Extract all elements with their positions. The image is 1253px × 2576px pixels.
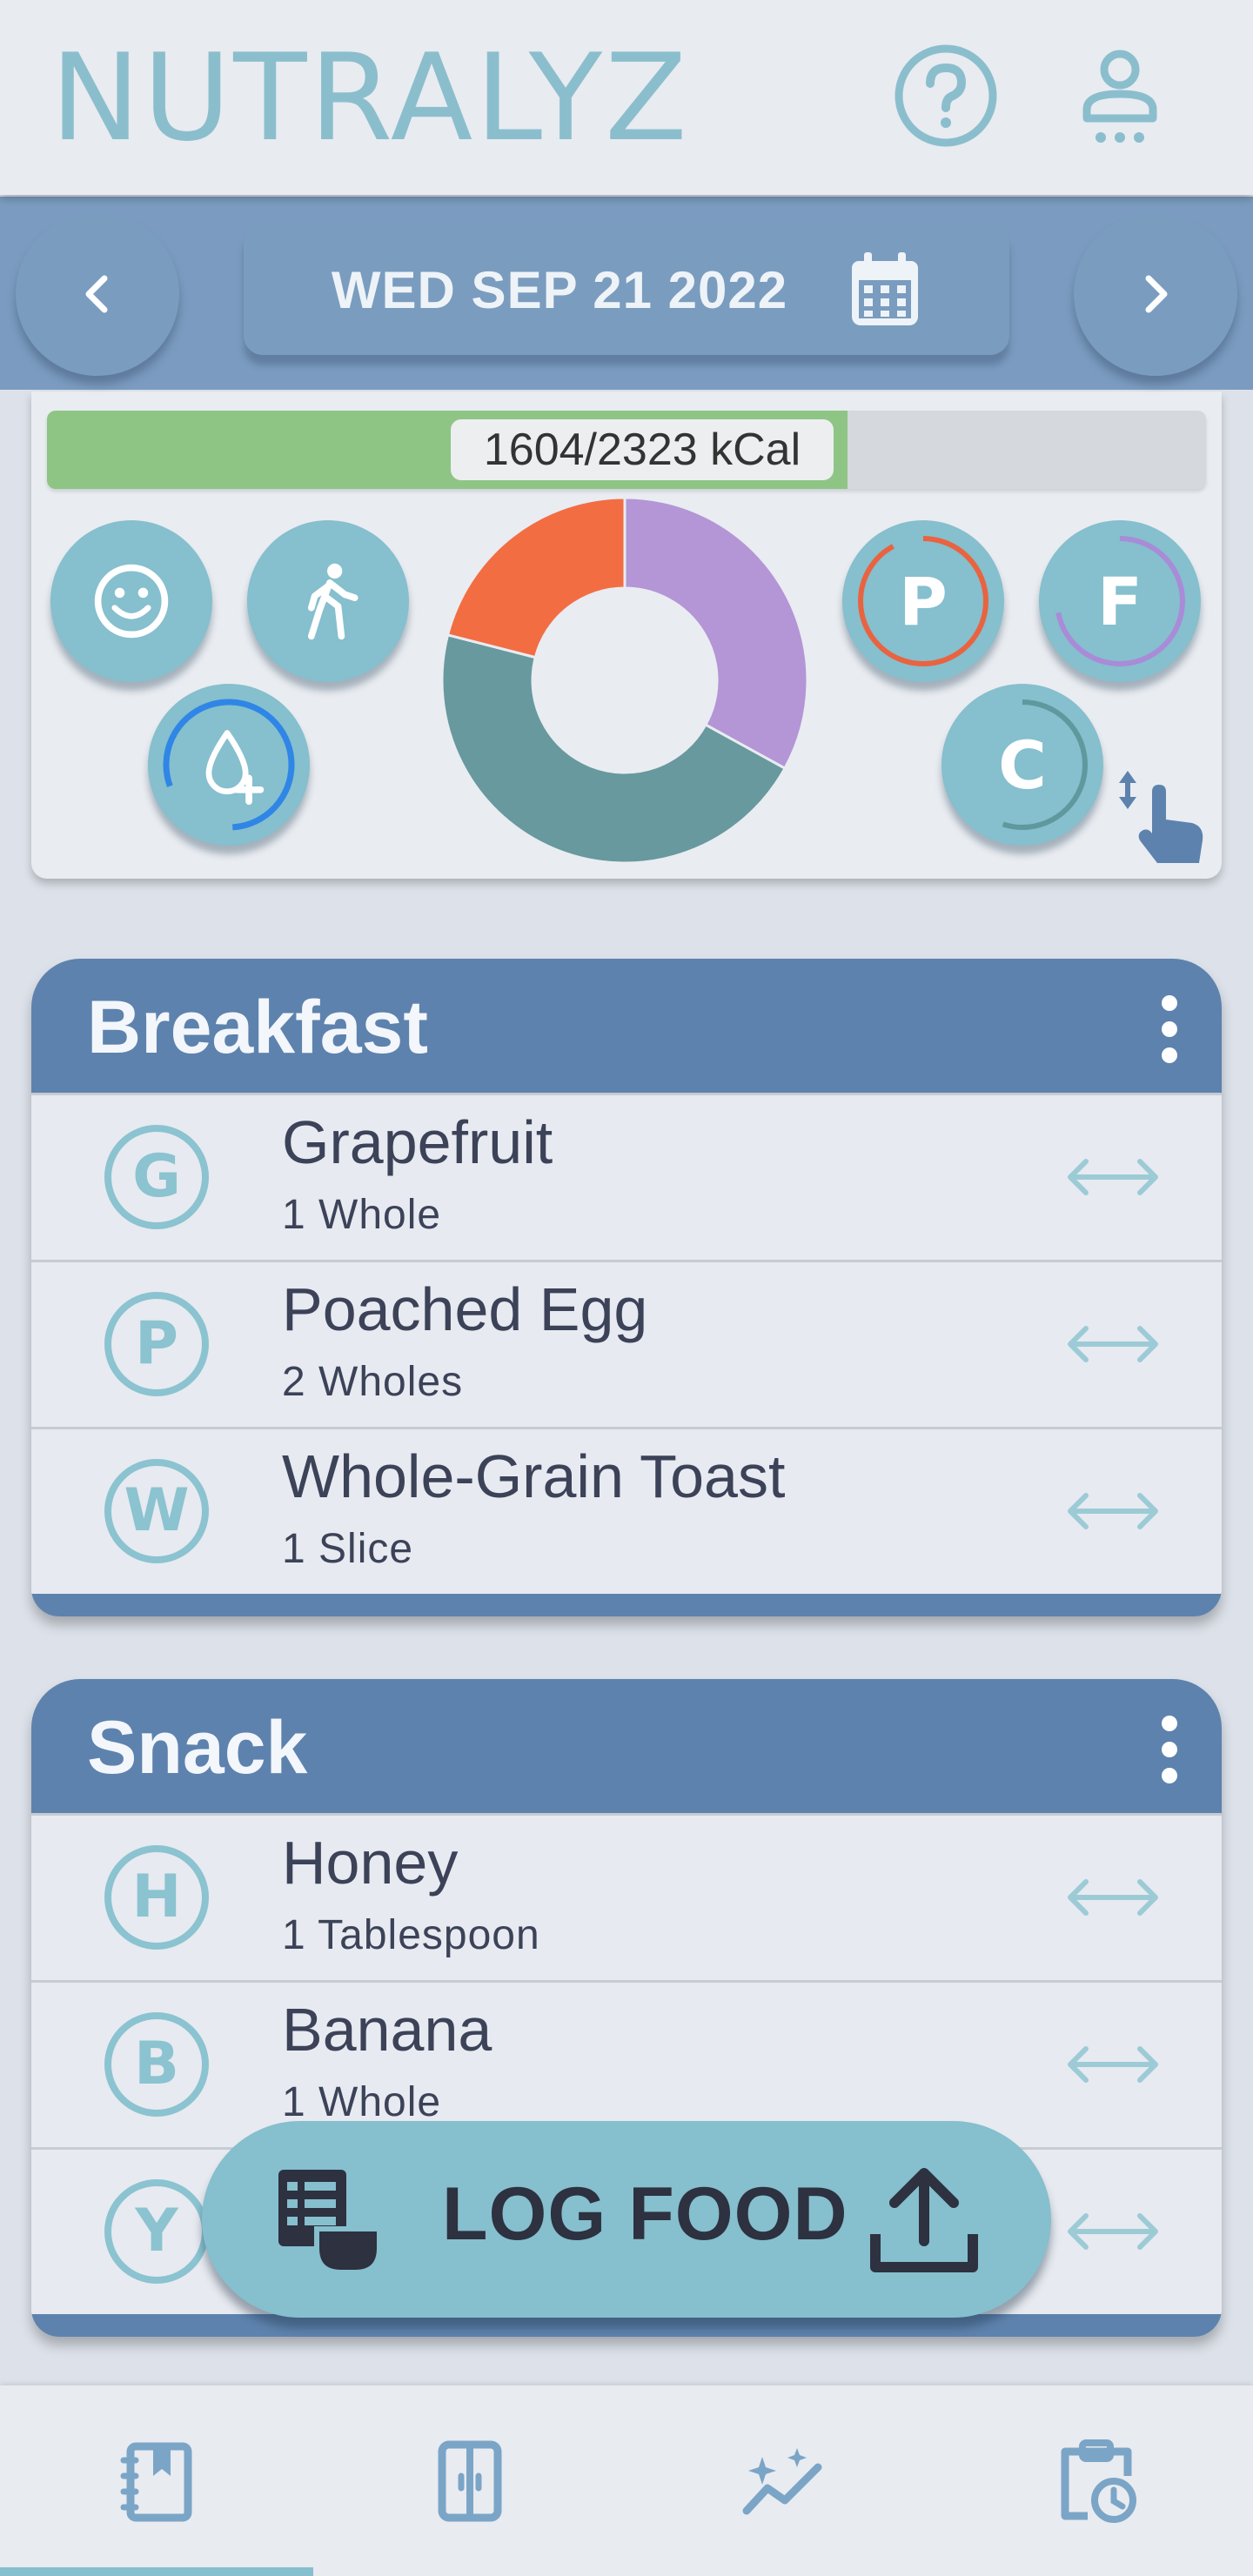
water-drop-plus-icon [205, 730, 265, 806]
food-row[interactable]: H Honey 1 Tablespoon [31, 1813, 1222, 1980]
food-quantity: 1 Slice [282, 1526, 414, 1572]
macro-donut-chart [440, 496, 809, 865]
nav-tab-trends[interactable] [626, 2385, 940, 2576]
upload-icon [870, 2168, 978, 2272]
food-name: Whole-Grain Toast [282, 1442, 786, 1510]
daily-summary-card: 1604/2323 kCal P F C [31, 391, 1222, 879]
bottom-navigation [0, 2385, 1253, 2576]
more-vertical-icon[interactable] [1152, 990, 1187, 1068]
meal-header: Snack [31, 1679, 1222, 1813]
calorie-progress-bar: 1604/2323 kCal [47, 411, 1206, 489]
chevron-left-icon [85, 275, 108, 313]
food-quantity: 1 Whole [282, 2079, 442, 2125]
carbs-button[interactable]: C [941, 684, 1103, 846]
log-food-button[interactable]: LOG FOOD [202, 2121, 1051, 2318]
nav-tab-pantry[interactable] [313, 2385, 626, 2576]
calorie-label: 1604/2323 kCal [451, 419, 834, 480]
current-date: WED SEP 21 2022 [331, 260, 788, 319]
profile-icon[interactable] [1066, 42, 1174, 150]
app-header: NUTRALYZ [0, 0, 1253, 195]
nav-tab-planner[interactable] [940, 2385, 1253, 2576]
food-initial-icon: P [104, 1292, 209, 1396]
food-row[interactable]: W Whole-Grain Toast 1 Slice [31, 1427, 1222, 1594]
meal-title: Snack [87, 1706, 308, 1790]
food-quantity: 2 Wholes [282, 1359, 464, 1405]
more-vertical-icon[interactable] [1152, 1710, 1187, 1789]
donut-segment-purple [623, 496, 809, 771]
trends-icon [742, 2447, 822, 2514]
app-title: NUTRALYZ [50, 28, 690, 168]
mood-button[interactable] [50, 520, 212, 682]
previous-day-button[interactable] [16, 212, 179, 376]
food-name: Grapefruit [282, 1108, 553, 1176]
calendar-icon [852, 252, 919, 325]
food-row[interactable]: P Poached Egg 2 Wholes [31, 1260, 1222, 1427]
swipe-gesture-icon[interactable] [1109, 766, 1213, 870]
nav-tab-diary[interactable] [0, 2385, 313, 2576]
food-name: Banana [282, 1996, 492, 2064]
food-initial-icon: H [104, 1845, 209, 1950]
active-tab-indicator [0, 2567, 313, 2576]
food-row[interactable]: G Grapefruit 1 Whole [31, 1093, 1222, 1260]
donut-segment-orange [446, 496, 626, 659]
activity-button[interactable] [247, 520, 409, 682]
meal-footer [31, 1594, 1222, 1616]
fat-button[interactable]: F [1039, 520, 1201, 682]
log-food-label: LOG FOOD [442, 2172, 848, 2256]
food-initial-icon: W [104, 1459, 209, 1563]
food-initial-icon: B [104, 2012, 209, 2117]
food-quantity: 1 Whole [282, 1192, 442, 1238]
food-log-list-icon [278, 2170, 382, 2275]
move-arrows-icon[interactable] [1065, 1151, 1161, 1203]
date-picker-button[interactable]: WED SEP 21 2022 [244, 224, 1009, 355]
move-arrows-icon[interactable] [1065, 2205, 1161, 2258]
carbs-label: C [998, 726, 1047, 804]
walking-icon [307, 563, 358, 640]
protein-label: P [899, 562, 948, 640]
smiley-icon [94, 564, 169, 639]
move-arrows-icon[interactable] [1065, 1318, 1161, 1370]
food-name: Poached Egg [282, 1275, 648, 1343]
diary-icon [120, 2442, 192, 2521]
move-arrows-icon[interactable] [1065, 2038, 1161, 2091]
meal-header: Breakfast [31, 959, 1222, 1093]
add-water-button[interactable] [148, 684, 310, 846]
move-arrows-icon[interactable] [1065, 1485, 1161, 1537]
food-quantity: 1 Tablespoon [282, 1912, 540, 1958]
protein-button[interactable]: P [842, 520, 1004, 682]
chevron-right-icon [1145, 275, 1168, 313]
food-initial-icon: G [104, 1125, 209, 1229]
help-icon[interactable] [892, 42, 1000, 150]
food-name: Honey [282, 1829, 459, 1897]
meal-title: Breakfast [87, 986, 428, 1069]
meal-card-breakfast: Breakfast G Grapefruit 1 Whole P Poached… [31, 959, 1222, 1616]
planner-icon [1061, 2439, 1136, 2523]
fat-label: F [1097, 562, 1142, 640]
food-initial-icon: Y [104, 2179, 209, 2284]
pantry-icon [438, 2440, 502, 2521]
move-arrows-icon[interactable] [1065, 1871, 1161, 1924]
date-navigation-bar: WED SEP 21 2022 [0, 197, 1253, 390]
next-day-button[interactable] [1074, 212, 1237, 376]
